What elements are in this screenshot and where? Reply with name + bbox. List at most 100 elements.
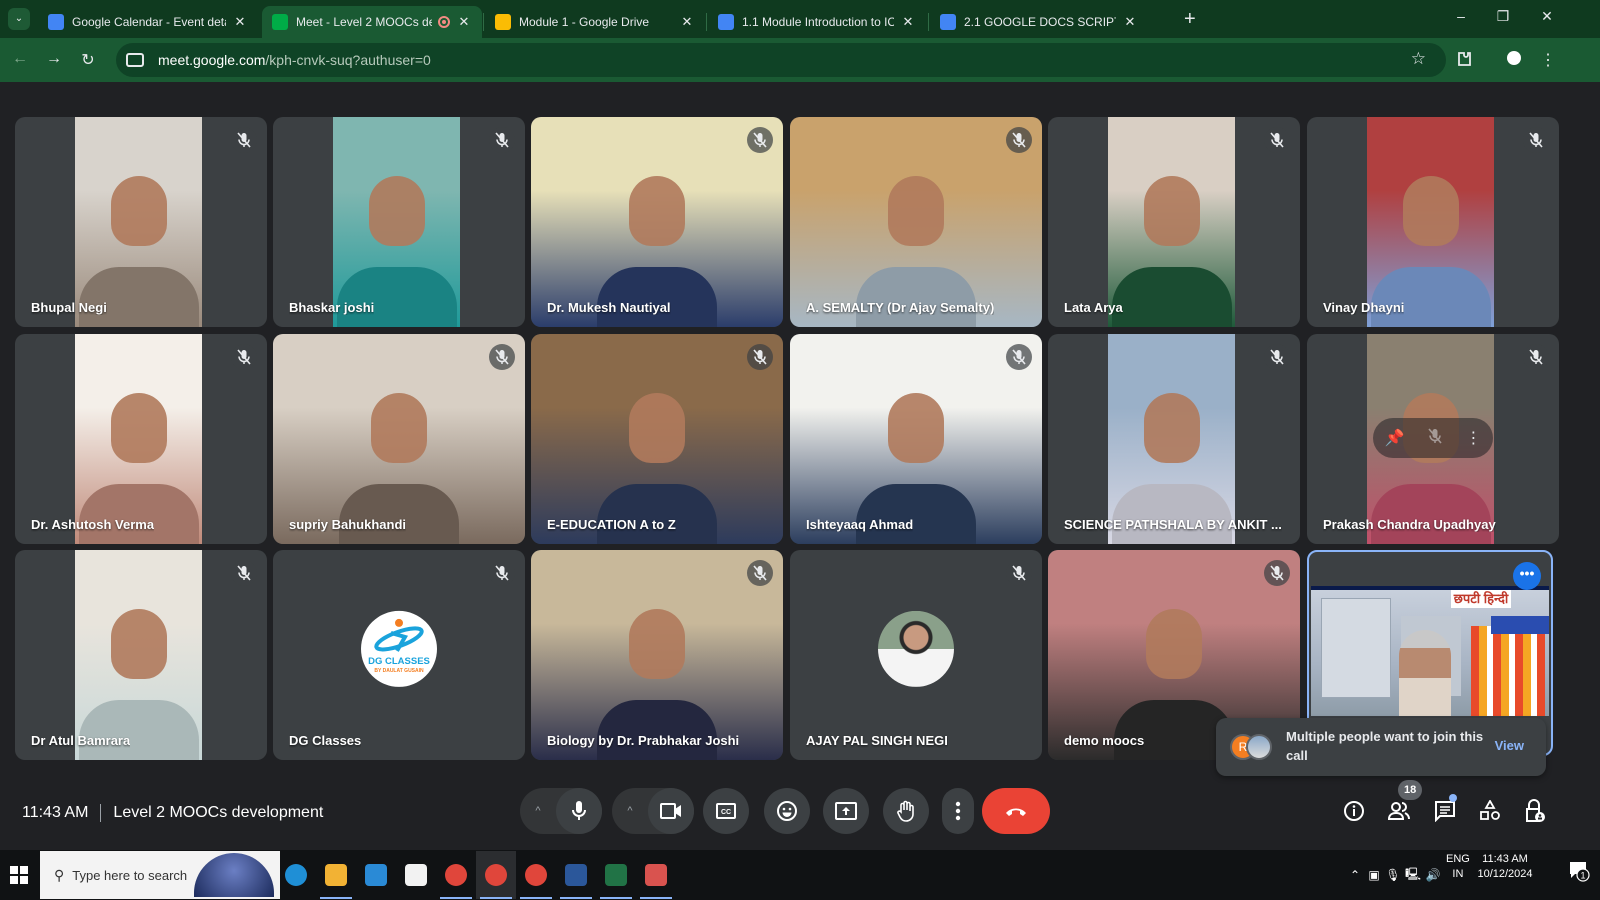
captions-button[interactable]: CC [703,788,749,834]
self-more-options-button[interactable]: ••• [1513,562,1541,590]
tab-title: Module 1 - Google Drive [519,15,650,29]
activities-button[interactable] [1475,796,1505,826]
participant-tile[interactable]: supriy Bahukhandi [273,334,525,544]
minimize-button[interactable]: – [1446,8,1476,24]
tab-title: Meet - Level 2 MOOCs develo [296,15,432,29]
reload-button[interactable]: ↻ [76,50,100,70]
presentation-background: छपटी हिन्दी [1311,586,1549,716]
more-vert-icon[interactable]: ⋮ [1465,428,1481,448]
volume-icon[interactable]: 🔊 [1424,868,1442,882]
more-options-button[interactable] [942,788,974,834]
taskbar-app[interactable] [436,851,476,899]
camera-icon [660,803,681,819]
extensions-icon[interactable] [1452,50,1476,73]
forward-button[interactable]: → [42,50,66,68]
pin-icon[interactable]: 📌 [1385,428,1405,448]
taskbar-app[interactable] [476,851,516,899]
start-button[interactable] [10,866,28,884]
participant-tile[interactable]: Bhaskar joshi [273,117,525,327]
participant-tile[interactable]: AJAY PAL SINGH NEGI [790,550,1042,760]
taskbar-app[interactable] [396,851,436,899]
site-info-icon[interactable] [126,53,144,67]
browser-toolbar: ← → ↻ meet.google.com/kph-cnvk-suq?authu… [0,38,1600,82]
restore-button[interactable]: ❐ [1488,8,1518,25]
participant-tile[interactable]: Ishteyaaq Ahmad [790,334,1042,544]
tray-overflow-icon[interactable]: ⌃ [1346,868,1364,882]
host-controls-button[interactable] [1520,796,1550,826]
tab-title: 1.1 Module Introduction to ICT in I [742,15,894,29]
notification-center-button[interactable]: 1 [1568,860,1590,882]
window-close-button[interactable]: ✕ [1532,8,1562,25]
camera-button[interactable] [648,788,694,834]
mic-off-icon [237,349,251,365]
taskbar-app[interactable] [276,851,316,899]
taskbar-search-box[interactable]: ⚲ Type here to search [40,851,280,899]
camera-in-use-icon[interactable]: ▣ [1364,868,1384,882]
raise-hand-button[interactable] [883,788,929,834]
participant-tile[interactable]: A. SEMALTY (Dr Ajay Semalty) [790,117,1042,327]
muted-indicator [747,560,773,586]
activities-icon [1480,800,1500,820]
region-code: IN [1452,868,1464,880]
browser-tab[interactable]: Module 1 - Google Drive ✕ [485,6,705,38]
taskbar-app[interactable] [596,851,636,899]
meet-icon [272,14,288,30]
svg-text:BY DAULAT GUSAIN: BY DAULAT GUSAIN [374,668,424,674]
tab-close-button[interactable]: ✕ [232,14,248,30]
drive-icon [495,14,511,30]
taskbar-clock[interactable]: 11:43 AM 10/12/2024 [1470,852,1540,882]
tab-close-button[interactable]: ✕ [900,14,916,30]
participant-name: Prakash Chandra Upadhyay [1323,517,1496,532]
participant-tile[interactable]: Biology by Dr. Prabhakar Joshi [531,550,783,760]
taskbar-search-placeholder: Type here to search [72,867,188,883]
meeting-details-button[interactable] [1339,796,1369,826]
leave-call-button[interactable] [982,788,1050,834]
tab-close-button[interactable]: ✕ [679,14,695,30]
taskbar-app[interactable] [556,851,596,899]
participant-tile[interactable]: Dr. Ashutosh Verma [15,334,267,544]
muted-indicator [231,560,257,586]
address-bar[interactable]: meet.google.com/kph-cnvk-suq?authuser=0 … [116,43,1446,77]
tab-close-button[interactable]: ✕ [1122,14,1138,30]
mute-participant-button[interactable] [1428,427,1442,449]
reactions-button[interactable] [764,788,810,834]
camera-options-button[interactable]: ^ [612,788,648,834]
profile-avatar[interactable] [1502,50,1526,71]
participant-tile[interactable]: Dr. Mukesh Nautiyal [531,117,783,327]
participant-tile[interactable]: DG CLASSES BY DAULAT GUSAIN DG Classes [273,550,525,760]
mic-options-button[interactable]: ^ [520,788,556,834]
taskbar-app[interactable] [636,851,676,899]
muted-indicator [489,560,515,586]
muted-indicator [1523,344,1549,370]
new-tab-button[interactable]: + [1184,8,1196,31]
browser-menu-icon[interactable]: ⋮ [1536,50,1560,70]
view-requests-button[interactable]: View [1495,738,1524,753]
browser-tab[interactable]: Google Calendar - Event details ✕ [38,6,258,38]
browser-tab[interactable]: Meet - Level 2 MOOCs develo ✕ [262,6,482,38]
participant-name: Dr Atul Bamrara [31,733,131,748]
microphone-button[interactable] [556,788,602,834]
participant-tile[interactable]: SCIENCE PATHSHALA BY ANKIT ... [1048,334,1300,544]
taskbar-app[interactable] [356,851,396,899]
tab-close-button[interactable]: ✕ [456,14,472,30]
people-button[interactable] [1384,796,1414,826]
participant-tile[interactable]: Vinay Dhayni [1307,117,1559,327]
microphone-in-use-icon[interactable]: 🎙 [1384,868,1402,882]
network-icon[interactable]: 🖳 [1402,865,1424,886]
participant-tile[interactable]: E-EDUCATION A to Z [531,334,783,544]
participant-tile[interactable]: Prakash Chandra Upadhyay 📌 ⋮ [1307,334,1559,544]
language-indicator[interactable]: ENG IN [1446,852,1470,882]
browser-tab[interactable]: 1.1 Module Introduction to ICT in I ✕ [708,6,926,38]
present-button[interactable] [823,788,869,834]
participant-tile[interactable]: Dr Atul Bamrara [15,550,267,760]
participant-video [1108,117,1235,327]
taskbar-app[interactable] [316,851,356,899]
bookmark-star-icon[interactable]: ☆ [1411,49,1426,69]
participant-tile[interactable]: Bhupal Negi [15,117,267,327]
back-button[interactable]: ← [8,50,32,68]
tab-search-button[interactable]: ⌄ [8,8,30,30]
taskbar-app[interactable] [516,851,556,899]
browser-tab[interactable]: 2.1 GOOGLE DOCS SCRIPT.docx - (✕ [930,6,1148,38]
participant-tile[interactable]: Lata Arya [1048,117,1300,327]
participant-video [1108,334,1235,544]
